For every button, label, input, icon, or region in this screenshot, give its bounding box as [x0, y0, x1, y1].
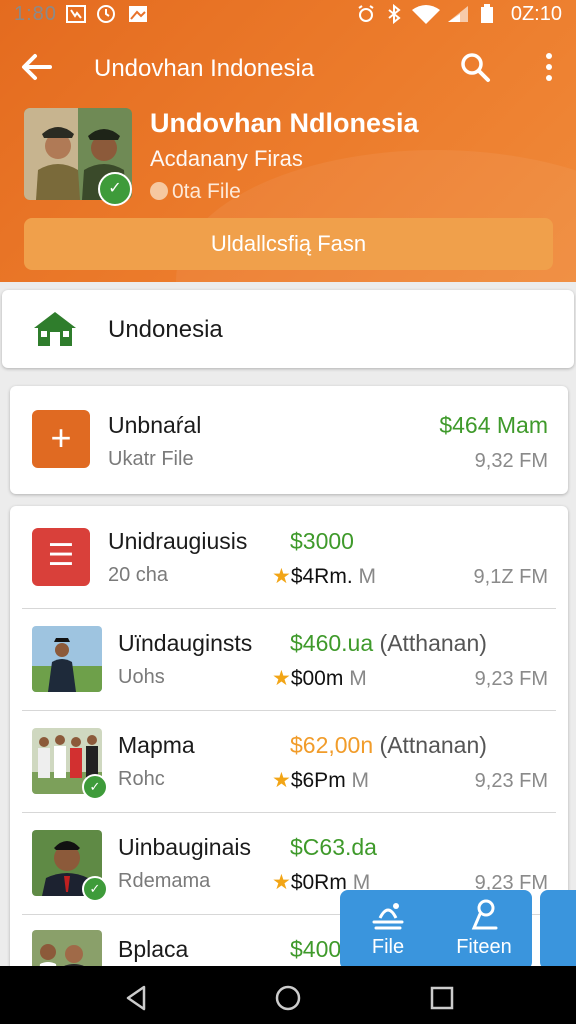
- list-item-price: ★$6Pm M: [272, 768, 369, 793]
- amount-value: $62,00n: [290, 732, 374, 758]
- battery-icon: [481, 4, 493, 23]
- list-item-subtitle: Rdemama: [118, 870, 211, 892]
- clock-status-icon: [97, 5, 115, 23]
- search-icon[interactable]: [458, 50, 492, 84]
- price-value: $00m: [290, 667, 344, 690]
- check-icon: ✓: [82, 876, 108, 902]
- more-options-icon[interactable]: [542, 50, 556, 84]
- profile-file-info: 0ta File: [150, 180, 241, 204]
- menu-list-icon: ☰: [32, 528, 90, 586]
- status-bar: 1:80 0Z:10: [0, 0, 576, 30]
- divider: [22, 608, 556, 609]
- list-item[interactable]: Uïndauginsts Uohs $460.ua (Atthanan) ★$0…: [10, 608, 568, 710]
- top-item-title: Unbnaŕal: [108, 412, 202, 438]
- list-item-title: Uinbauginais: [118, 834, 251, 860]
- file-dot-icon: [150, 182, 168, 200]
- home-card[interactable]: Undonesia: [2, 290, 574, 368]
- list-item-title: Bplaca: [118, 936, 189, 962]
- bluetooth-icon: [388, 4, 401, 24]
- app-bar: Undovhan Indonesia: [0, 38, 576, 98]
- list-item-time: 9,23 FM: [474, 668, 548, 690]
- extra-floating-button[interactable]: [540, 890, 576, 970]
- nav-home-icon[interactable]: [274, 984, 302, 1012]
- check-icon: ✓: [82, 774, 108, 800]
- file-button[interactable]: File: [340, 890, 436, 970]
- profile-header: 1:80 0Z:10 Undovhan Indonesia ✓ Undovhan…: [0, 0, 576, 282]
- star-icon: ★: [272, 871, 291, 894]
- price-unit: M: [351, 769, 370, 792]
- top-item-time: 9,32 FM: [474, 450, 548, 472]
- nav-recents-icon[interactable]: [428, 984, 456, 1012]
- profile-file-label: 0ta File: [172, 180, 241, 203]
- image-status-icon: [129, 6, 147, 22]
- list-item-subtitle: 20 cha: [108, 564, 169, 586]
- list-item-subtitle: Uohs: [118, 666, 165, 688]
- star-icon: ★: [272, 769, 291, 792]
- list-item-title: Unidraugiusis: [108, 528, 248, 554]
- signal-icon: [448, 6, 468, 22]
- star-icon: ★: [272, 667, 291, 690]
- list-item-subtitle: Rohc: [118, 768, 165, 790]
- top-item-amount: $464 Mam: [439, 412, 548, 438]
- price-unit: M: [349, 667, 367, 690]
- amount-value: $460.ua: [290, 630, 374, 656]
- verified-badge-icon: ✓: [98, 172, 132, 206]
- price-unit: M: [358, 565, 377, 588]
- nav-back-icon[interactable]: [122, 984, 150, 1012]
- notification-icon: [66, 5, 86, 23]
- wifi-icon: [412, 5, 440, 24]
- status-time: 1:80: [14, 3, 57, 25]
- item-photo: [32, 626, 102, 692]
- pin-user-icon: [471, 899, 498, 930]
- list-item-amount: $400: [290, 936, 342, 962]
- profile-name: Undovhan Ndlonesia: [150, 108, 419, 138]
- home-card-label: Undonesia: [108, 316, 223, 343]
- top-item-subtitle: Ukatr File: [108, 448, 194, 470]
- alarm-icon: [358, 5, 374, 22]
- list-item[interactable]: ✓ Mapma Rohc $62,00n (Attnanan) ★$6Pm M …: [10, 710, 568, 812]
- fiteen-button-label: Fiteen: [456, 936, 512, 958]
- profile-subtitle: Acdanany Firas: [150, 146, 303, 171]
- list-item-title: Mapma: [118, 732, 195, 758]
- list-item-amount: $62,00n (Attnanan): [290, 732, 487, 759]
- file-icon: [372, 903, 404, 930]
- fiteen-button[interactable]: Fiteen: [436, 890, 532, 970]
- status-clock: 0Z:10: [510, 3, 562, 25]
- divider: [22, 812, 556, 813]
- list-item[interactable]: ☰ Unidraugiusis 20 cha $3000 ★$4Rm. M 9,…: [10, 506, 568, 608]
- price-value: $0Rm: [290, 871, 347, 894]
- system-nav-bar: [0, 966, 576, 1024]
- list-item-time: 9,23 FM: [474, 770, 548, 792]
- top-item-card[interactable]: + Unbnaŕal Ukatr File $464 Mam 9,32 FM: [10, 386, 568, 494]
- app-bar-title: Undovhan Indonesia: [94, 55, 315, 82]
- back-arrow-icon[interactable]: [20, 50, 54, 84]
- file-button-label: File: [371, 936, 405, 958]
- list-item-time: 9,1Z FM: [473, 566, 548, 588]
- add-icon: +: [32, 410, 90, 468]
- profile-action-button[interactable]: Uldallcsfią Fasn: [24, 218, 553, 270]
- amount-note: (Attnanan): [379, 732, 487, 758]
- floating-action-bar: File Fiteen: [340, 890, 532, 970]
- list-item-price: ★$4Rm. M: [272, 564, 376, 589]
- amount-note: (Atthanan): [379, 630, 487, 656]
- home-icon: [34, 312, 76, 346]
- divider: [22, 710, 556, 711]
- list-item-amount: $3000: [290, 528, 354, 554]
- price-value: $6Pm: [290, 769, 346, 792]
- star-icon: ★: [272, 565, 291, 588]
- list-item-amount: $460.ua (Atthanan): [290, 630, 487, 657]
- list-item-title: Uïndauginsts: [118, 630, 253, 656]
- list-item-price: ★$00m M: [272, 666, 367, 691]
- price-value: $4Rm.: [290, 565, 353, 588]
- list-item-amount: $C63.da: [290, 834, 377, 860]
